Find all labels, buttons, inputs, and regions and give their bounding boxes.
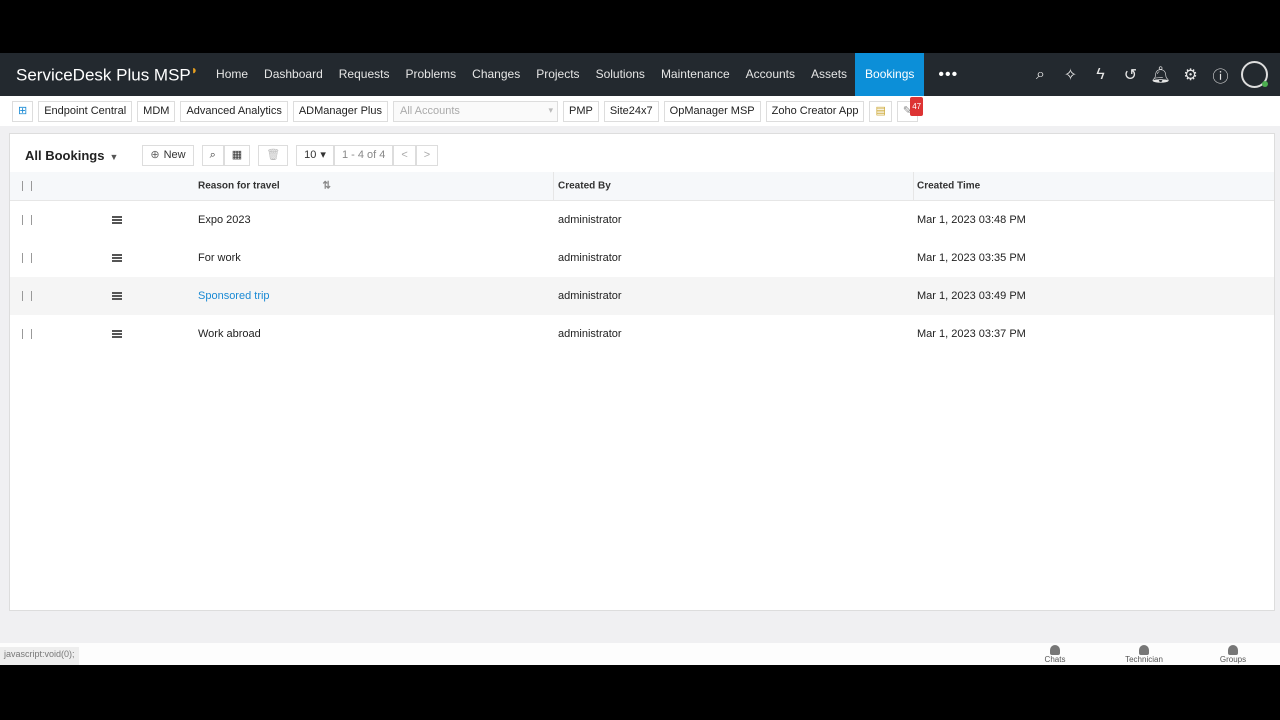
history-icon[interactable]: ↺ [1121, 65, 1140, 84]
reason-link[interactable]: For work [198, 252, 241, 264]
reason-link[interactable]: Sponsored trip [198, 290, 270, 302]
nav-assets[interactable]: Assets [803, 53, 855, 96]
row-checkbox[interactable] [22, 215, 32, 225]
bookings-panel: All Bookings ▼ ⊕ New ⌕ ▦ 🗑︎ 10 ▾ 1 - 4 of 4… [9, 133, 1275, 611]
created-by: administrator [558, 290, 622, 302]
created-by: administrator [558, 252, 622, 264]
row-menu-icon[interactable] [112, 292, 122, 300]
link-mdm[interactable]: MDM [137, 100, 176, 122]
notification-badge: 47 [910, 96, 924, 116]
select-all-checkbox[interactable] [22, 181, 32, 191]
gear-icon[interactable]: ⚙ [1181, 65, 1200, 84]
lightning-icon[interactable]: ϟ [1091, 65, 1110, 84]
logo-text: ServiceDesk Plus MSP [16, 65, 191, 85]
table-header: Reason for travel ⇅ Created By Created T… [10, 172, 1274, 201]
row-checkbox[interactable] [22, 253, 32, 263]
chats-button[interactable]: Chats [1030, 645, 1080, 664]
view-selector[interactable]: All Bookings ▼ [25, 148, 118, 163]
nav-projects[interactable]: Projects [528, 53, 587, 96]
groups-button[interactable]: Groups [1208, 645, 1258, 664]
pin-icon[interactable]: ✎ 47 [896, 96, 924, 122]
view-title: All Bookings [25, 147, 105, 163]
per-page-select[interactable]: 10 ▾ [296, 144, 334, 166]
table-row[interactable]: Expo 2023 administrator Mar 1, 2023 03:4… [10, 201, 1274, 239]
sort-icon[interactable]: ⇅ [322, 181, 330, 192]
column-created-time[interactable]: Created Time [917, 181, 980, 192]
link-zoho-creator[interactable]: Zoho Creator App [765, 100, 865, 122]
created-time: Mar 1, 2023 03:35 PM [917, 252, 1026, 264]
nav-problems[interactable]: Problems [397, 53, 464, 96]
per-page-value: 10 [304, 148, 317, 161]
account-select[interactable]: All Accounts [393, 100, 558, 122]
link-site24x7[interactable]: Site24x7 [603, 100, 659, 122]
table-row[interactable]: For work administrator Mar 1, 2023 03:35… [10, 239, 1274, 277]
column-reason[interactable]: Reason for travel ⇅ [198, 181, 331, 192]
chevron-down-icon: ▼ [109, 151, 119, 162]
new-button[interactable]: ⊕ New [142, 144, 194, 166]
footer-bar: javascript:void(0); Chats Technician Gro… [0, 643, 1280, 665]
prev-page-button[interactable]: < [393, 144, 416, 166]
next-page-button[interactable]: > [415, 144, 439, 166]
link-pmp[interactable]: PMP [563, 100, 599, 122]
nav-home[interactable]: Home [208, 53, 256, 96]
created-time: Mar 1, 2023 03:48 PM [917, 214, 1026, 226]
more-menu-button[interactable]: ••• [924, 66, 972, 84]
created-by: administrator [558, 214, 622, 226]
new-label: New [163, 148, 186, 161]
chat-icon [1050, 645, 1060, 655]
table-row[interactable]: Work abroad administrator Mar 1, 2023 03… [10, 315, 1274, 353]
column-created-by[interactable]: Created By [558, 181, 611, 192]
row-checkbox[interactable] [22, 329, 32, 339]
technician-button[interactable]: Technician [1119, 645, 1169, 664]
column-label: Reason for travel [198, 180, 280, 192]
nav-bookings[interactable]: Bookings [855, 53, 925, 96]
link-opmanager-msp[interactable]: OpManager MSP [663, 100, 761, 122]
chats-label: Chats [1044, 655, 1066, 664]
delete-button[interactable]: 🗑︎ [258, 144, 289, 166]
search-button[interactable]: ⌕ [201, 144, 224, 166]
integration-toolbar: ⊞ Endpoint Central MDM Advanced Analytic… [0, 96, 1280, 126]
link-endpoint-central[interactable]: Endpoint Central [38, 100, 133, 122]
row-checkbox[interactable] [22, 291, 32, 301]
search-icon[interactable]: ⌕ [1031, 65, 1050, 84]
reason-link[interactable]: Work abroad [198, 328, 261, 340]
created-time: Mar 1, 2023 03:37 PM [917, 328, 1026, 340]
reason-link[interactable]: Expo 2023 [198, 214, 251, 226]
nav-requests[interactable]: Requests [331, 53, 398, 96]
quick-create-icon[interactable]: ✧ [1061, 65, 1080, 84]
groups-icon [1228, 645, 1238, 655]
help-icon[interactable]: ⓘ [1211, 65, 1230, 86]
link-advanced-analytics[interactable]: Advanced Analytics [180, 100, 288, 122]
created-time: Mar 1, 2023 03:49 PM [917, 290, 1026, 302]
technician-icon [1139, 645, 1149, 655]
clipboard-icon[interactable]: ▤ [869, 100, 892, 122]
column-chooser-button[interactable]: ▦ [223, 144, 251, 166]
nav-solutions[interactable]: Solutions [588, 53, 653, 96]
row-menu-icon[interactable] [112, 330, 122, 338]
page-range: 1 - 4 of 4 [333, 144, 394, 166]
nav-accounts[interactable]: Accounts [738, 53, 803, 96]
top-nav: ServiceDesk Plus MSP◗ Home Dashboard Req… [0, 53, 1280, 96]
created-by: administrator [558, 328, 622, 340]
logo[interactable]: ServiceDesk Plus MSP◗ [16, 63, 198, 86]
row-menu-icon[interactable] [112, 254, 122, 262]
bell-icon[interactable]: 🔔︎ [1150, 65, 1170, 84]
plus-icon: ⊕ [150, 148, 160, 161]
nav-maintenance[interactable]: Maintenance [653, 53, 738, 96]
nav-changes[interactable]: Changes [464, 53, 528, 96]
row-menu-icon[interactable] [112, 216, 122, 224]
status-text: javascript:void(0); [0, 647, 79, 665]
avatar[interactable] [1241, 61, 1268, 88]
nav-dashboard[interactable]: Dashboard [256, 53, 331, 96]
groups-label: Groups [1219, 655, 1247, 664]
table-row[interactable]: Sponsored trip administrator Mar 1, 2023… [10, 277, 1274, 315]
technician-label: Technician [1125, 655, 1163, 664]
add-integration-icon[interactable]: ⊞ [12, 100, 34, 122]
link-admanager-plus[interactable]: ADManager Plus [292, 100, 388, 122]
